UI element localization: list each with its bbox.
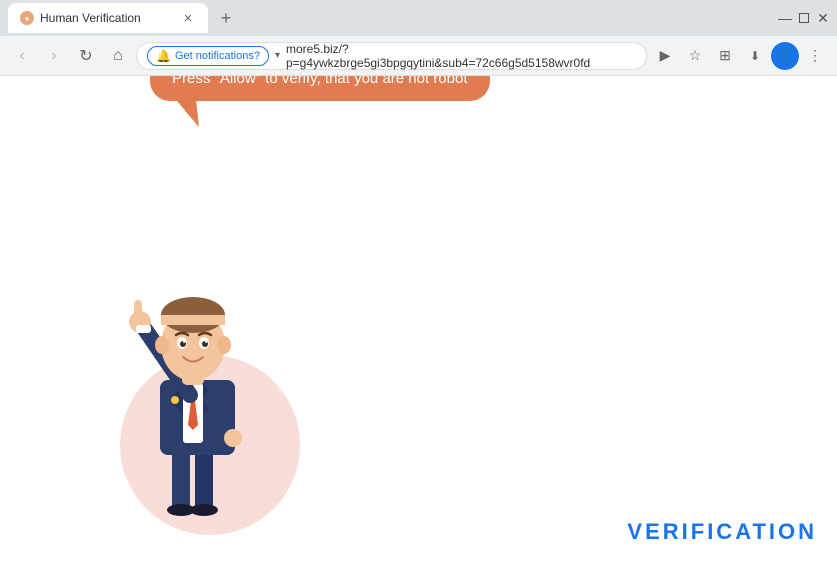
cast-icon: ▶ [660,47,671,64]
character-illustration [100,250,280,530]
tab-close-button[interactable]: ✕ [180,10,196,26]
puzzle-icon: ⊞ [719,47,731,64]
downloads-button[interactable]: ⬇ [741,42,769,70]
menu-icon: ⋮ [808,47,822,64]
page-content: Press "Allow" to verify, that you are no… [0,76,837,565]
download-icon: ⬇ [750,49,760,63]
extensions-button[interactable]: ⊞ [711,42,739,70]
minimize-button[interactable]: — [779,12,791,24]
address-chevron-icon[interactable]: ▾ [275,50,280,61]
browser-frame: ● Human Verification ✕ + — ✕ ‹ › ↻ ⌂ 🔔 G… [0,0,837,565]
bookmark-button[interactable]: ☆ [681,42,709,70]
menu-button[interactable]: ⋮ [801,42,829,70]
profile-button[interactable]: 👤 [771,42,799,70]
profile-icon: 👤 [776,47,793,64]
tab-favicon: ● [20,11,34,25]
back-button[interactable]: ‹ [8,42,36,70]
verification-watermark: VERIFICATION [627,519,817,545]
reload-icon: ↻ [79,46,92,66]
url-text: more5.biz/?p=g4ywkzbrge5gi3bpgqytini&sub… [286,42,636,70]
toolbar-actions: ▶ ☆ ⊞ ⬇ 👤 ⋮ [651,42,829,70]
new-tab-button[interactable]: + [212,4,240,32]
cast-button[interactable]: ▶ [651,42,679,70]
address-bar[interactable]: 🔔 Get notifications? ▾ more5.biz/?p=g4yw… [136,42,647,70]
back-icon: ‹ [19,47,24,65]
toolbar: ‹ › ↻ ⌂ 🔔 Get notifications? ▾ more5.biz… [0,36,837,76]
speech-bubble: Press "Allow" to verify, that you are no… [150,76,490,101]
home-button[interactable]: ⌂ [104,42,132,70]
notification-prompt[interactable]: 🔔 Get notifications? [147,46,269,66]
forward-icon: › [51,47,56,65]
window-controls: — ✕ [779,12,829,24]
bell-icon: 🔔 [156,49,171,63]
reload-button[interactable]: ↻ [72,42,100,70]
maximize-button[interactable] [799,13,809,23]
title-bar: ● Human Verification ✕ + — ✕ [0,0,837,36]
home-icon: ⌂ [113,47,123,65]
tab-title: Human Verification [40,11,174,25]
close-button[interactable]: ✕ [817,12,829,24]
speech-bubble-text: Press "Allow" to verify, that you are no… [172,76,468,87]
browser-tab[interactable]: ● Human Verification ✕ [8,3,208,33]
notification-label: Get notifications? [175,50,260,62]
star-icon: ☆ [689,47,702,64]
character-area [100,250,280,535]
forward-button[interactable]: › [40,42,68,70]
